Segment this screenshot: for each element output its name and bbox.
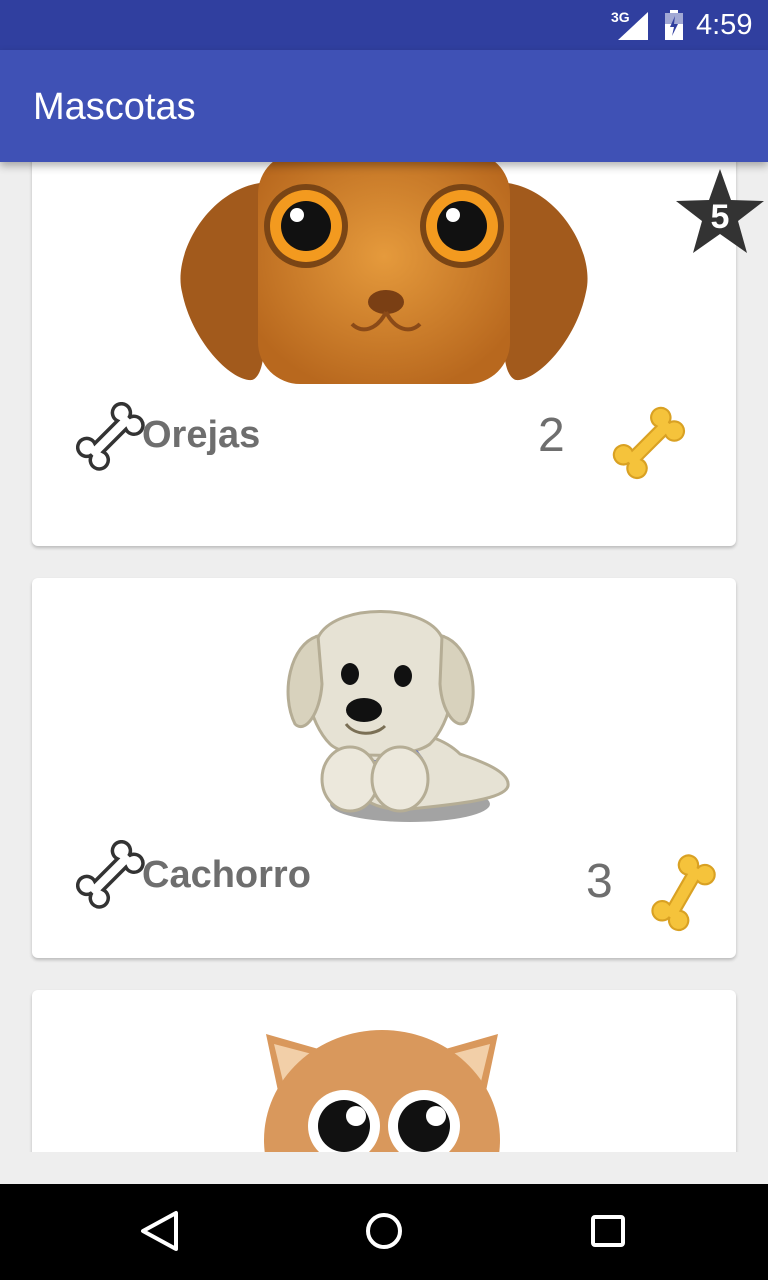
pet-card: Cachorro 3 bbox=[32, 578, 736, 958]
pet-list[interactable]: Orejas 2 Cachorro 3 bbox=[0, 162, 768, 1152]
app-title: Mascotas bbox=[33, 86, 196, 128]
status-bar: 3G 4:59 bbox=[0, 0, 768, 50]
pet-card: Orejas 2 bbox=[32, 162, 736, 546]
brown-dog-face-image bbox=[180, 162, 588, 384]
favorites-star-button[interactable]: 5 bbox=[674, 166, 766, 256]
back-icon[interactable] bbox=[100, 1184, 220, 1280]
pet-name: Orejas bbox=[142, 414, 261, 456]
favorites-count: 5 bbox=[711, 198, 730, 236]
white-puppy-image bbox=[286, 610, 510, 822]
battery-icon bbox=[665, 10, 683, 40]
like-count: 3 bbox=[586, 855, 613, 908]
like-bone-button[interactable] bbox=[612, 406, 698, 492]
pet-name: Cachorro bbox=[142, 854, 311, 896]
recents-icon[interactable] bbox=[548, 1184, 668, 1280]
app-bar: Mascotas bbox=[0, 50, 768, 162]
clock: 4:59 bbox=[696, 9, 753, 41]
home-icon[interactable] bbox=[324, 1184, 444, 1280]
navigation-bar bbox=[0, 1184, 768, 1280]
pet-card bbox=[32, 990, 736, 1152]
like-bone-button[interactable] bbox=[648, 854, 734, 940]
like-count: 2 bbox=[538, 409, 565, 462]
orange-cat-image bbox=[264, 1030, 500, 1152]
signal-icon bbox=[618, 12, 648, 40]
